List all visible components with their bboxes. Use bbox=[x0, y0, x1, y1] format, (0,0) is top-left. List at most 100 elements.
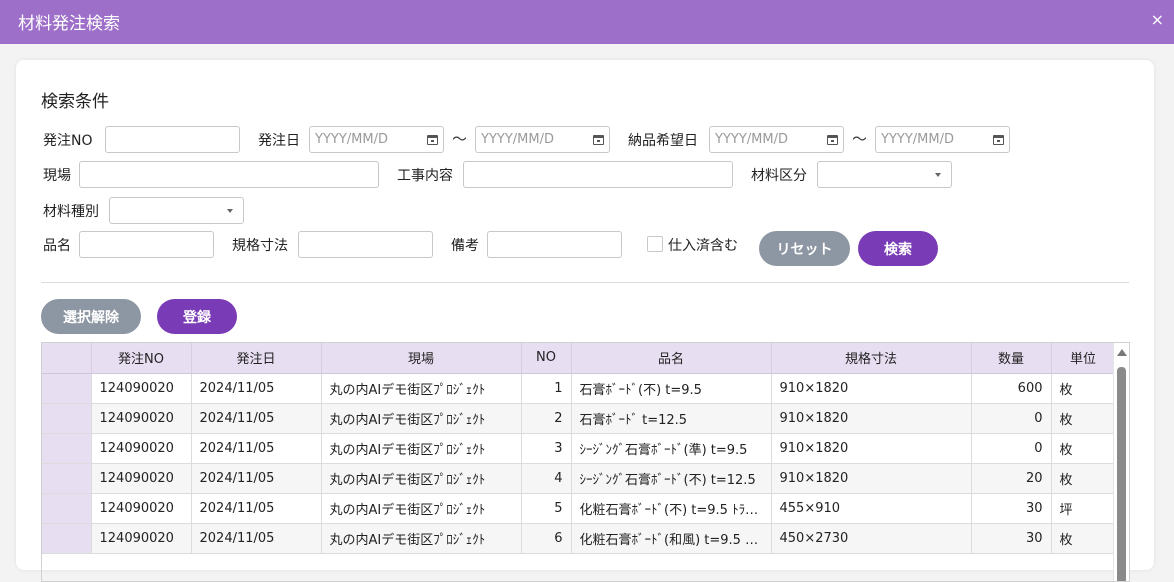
cell-order-date: 2024/11/05 bbox=[191, 403, 322, 434]
work-label: 工事内容 bbox=[397, 168, 453, 184]
cell-order-no: 124090020 bbox=[91, 493, 192, 524]
material-type-select[interactable] bbox=[109, 197, 244, 224]
order-no-label: 発注NO bbox=[43, 133, 93, 149]
delivery-date-from[interactable]: YYYY/MM/D bbox=[709, 126, 844, 153]
cell-unit: 枚 bbox=[1051, 523, 1116, 554]
scroll-thumb[interactable] bbox=[1117, 367, 1126, 581]
header-no[interactable]: NO bbox=[521, 343, 572, 374]
row-select-cell[interactable] bbox=[42, 523, 92, 554]
header-spec[interactable]: 規格寸法 bbox=[771, 343, 972, 374]
cell-order-date: 2024/11/05 bbox=[191, 523, 322, 554]
header-site[interactable]: 現場 bbox=[321, 343, 522, 374]
close-icon[interactable]: × bbox=[1151, 12, 1164, 28]
cell-order-no: 124090020 bbox=[91, 403, 192, 434]
grid-scrollbar[interactable] bbox=[1113, 343, 1129, 581]
cell-qty: 0 bbox=[971, 403, 1052, 434]
table-row[interactable]: 124090020 2024/11/05 丸の内AIデモ街区ﾌﾟﾛｼﾞｪｸﾄ 6 化粧石… bbox=[42, 523, 1116, 554]
cell-order-date: 2024/11/05 bbox=[191, 463, 322, 494]
include-purchased-checkbox[interactable] bbox=[647, 236, 663, 252]
cell-no: 4 bbox=[521, 463, 572, 494]
cell-spec: 910×1820 bbox=[771, 433, 972, 464]
row-select-cell[interactable] bbox=[42, 373, 92, 404]
row-select-cell[interactable] bbox=[42, 433, 92, 464]
row-select-cell[interactable] bbox=[42, 403, 92, 434]
header-item-name[interactable]: 品名 bbox=[571, 343, 772, 374]
remarks-input[interactable] bbox=[487, 231, 622, 258]
order-date-from[interactable]: YYYY/MM/D bbox=[309, 126, 444, 153]
spec-label: 規格寸法 bbox=[232, 238, 288, 254]
order-no-input[interactable] bbox=[105, 126, 240, 153]
site-input[interactable] bbox=[79, 161, 379, 188]
cell-qty: 30 bbox=[971, 523, 1052, 554]
cell-qty: 600 bbox=[971, 373, 1052, 404]
results-grid: 発注NO 発注日 現場 NO 品名 規格寸法 数量 単位 124090020 20… bbox=[41, 342, 1130, 582]
cell-qty: 30 bbox=[971, 493, 1052, 524]
cell-item-name: 石膏ﾎﾞｰﾄﾞ(不) t=9.5 bbox=[571, 373, 772, 404]
cell-site: 丸の内AIデモ街区ﾌﾟﾛｼﾞｪｸﾄ bbox=[321, 403, 522, 434]
divider bbox=[41, 282, 1129, 283]
table-row[interactable]: 124090020 2024/11/05 丸の内AIデモ街区ﾌﾟﾛｼﾞｪｸﾄ 4 ｼｰｼ… bbox=[42, 463, 1116, 494]
section-title: 検索条件 bbox=[41, 92, 109, 112]
header-order-no[interactable]: 発注NO bbox=[91, 343, 192, 374]
dialog-titlebar: 材料発注検索 × bbox=[0, 0, 1174, 44]
cell-site: 丸の内AIデモ街区ﾌﾟﾛｼﾞｪｸﾄ bbox=[321, 523, 522, 554]
chevron-down-icon bbox=[935, 172, 941, 177]
cell-item-name: 化粧石膏ﾎﾞｰﾄﾞ(不) t=9.5 ﾄﾗ… bbox=[571, 493, 772, 524]
cell-unit: 枚 bbox=[1051, 463, 1116, 494]
cell-unit: 枚 bbox=[1051, 403, 1116, 434]
table-row[interactable]: 124090020 2024/11/05 丸の内AIデモ街区ﾌﾟﾛｼﾞｪｸﾄ 5 化粧石… bbox=[42, 493, 1116, 524]
calendar-icon[interactable] bbox=[427, 134, 438, 145]
table-header-row: 発注NO 発注日 現場 NO 品名 規格寸法 数量 単位 bbox=[42, 343, 1116, 374]
material-class-label: 材料区分 bbox=[751, 168, 807, 184]
table-row[interactable]: 124090020 2024/11/05 丸の内AIデモ街区ﾌﾟﾛｼﾞｪｸﾄ 2 石膏ﾎ… bbox=[42, 403, 1116, 434]
cell-order-no: 124090020 bbox=[91, 433, 192, 464]
table-row[interactable]: 124090020 2024/11/05 丸の内AIデモ街区ﾌﾟﾛｼﾞｪｸﾄ 3 ｼｰｼ… bbox=[42, 433, 1116, 464]
table-row[interactable]: 124090020 2024/11/05 丸の内AIデモ街区ﾌﾟﾛｼﾞｪｸﾄ 1 石膏ﾎ… bbox=[42, 373, 1116, 404]
cell-no: 3 bbox=[521, 433, 572, 464]
header-unit[interactable]: 単位 bbox=[1051, 343, 1116, 374]
cell-order-no: 124090020 bbox=[91, 463, 192, 494]
row-select-cell[interactable] bbox=[42, 493, 92, 524]
cell-unit: 枚 bbox=[1051, 433, 1116, 464]
scroll-up-icon[interactable] bbox=[1117, 349, 1127, 356]
cell-item-name: ｼｰｼﾞﾝｸﾞ石膏ﾎﾞｰﾄﾞ(不) t=12.5 bbox=[571, 463, 772, 494]
item-name-label: 品名 bbox=[43, 238, 71, 254]
spec-input[interactable] bbox=[298, 231, 433, 258]
cell-site: 丸の内AIデモ街区ﾌﾟﾛｼﾞｪｸﾄ bbox=[321, 433, 522, 464]
register-button[interactable]: 登録 bbox=[157, 299, 237, 334]
row-select-cell[interactable] bbox=[42, 463, 92, 494]
cell-site: 丸の内AIデモ街区ﾌﾟﾛｼﾞｪｸﾄ bbox=[321, 463, 522, 494]
calendar-icon[interactable] bbox=[993, 134, 1004, 145]
calendar-icon[interactable] bbox=[593, 134, 604, 145]
cell-spec: 455×910 bbox=[771, 493, 972, 524]
order-date-to[interactable]: YYYY/MM/D bbox=[475, 126, 610, 153]
item-name-input[interactable] bbox=[79, 231, 214, 258]
header-order-date[interactable]: 発注日 bbox=[191, 343, 322, 374]
range-tilde: ～ bbox=[852, 130, 868, 148]
site-label: 現場 bbox=[43, 168, 71, 184]
date-placeholder: YYYY/MM/D bbox=[315, 132, 388, 147]
calendar-icon[interactable] bbox=[827, 134, 838, 145]
cell-item-name: 石膏ﾎﾞｰﾄﾞ t=12.5 bbox=[571, 403, 772, 434]
header-qty[interactable]: 数量 bbox=[971, 343, 1052, 374]
date-placeholder: YYYY/MM/D bbox=[881, 132, 954, 147]
reset-button[interactable]: リセット bbox=[759, 231, 850, 266]
cell-order-date: 2024/11/05 bbox=[191, 493, 322, 524]
cell-site: 丸の内AIデモ街区ﾌﾟﾛｼﾞｪｸﾄ bbox=[321, 373, 522, 404]
cell-unit: 枚 bbox=[1051, 373, 1116, 404]
search-button[interactable]: 検索 bbox=[858, 231, 938, 266]
header-select[interactable] bbox=[42, 343, 92, 374]
cell-qty: 0 bbox=[971, 433, 1052, 464]
chevron-down-icon bbox=[227, 208, 233, 213]
cell-site: 丸の内AIデモ街区ﾌﾟﾛｼﾞｪｸﾄ bbox=[321, 493, 522, 524]
delivery-date-to[interactable]: YYYY/MM/D bbox=[875, 126, 1010, 153]
work-input[interactable] bbox=[463, 161, 733, 188]
cell-item-name: 化粧石膏ﾎﾞｰﾄﾞ(和風) t=9.5 … bbox=[571, 523, 772, 554]
cell-spec: 910×1820 bbox=[771, 463, 972, 494]
cell-order-no: 124090020 bbox=[91, 523, 192, 554]
material-class-select[interactable] bbox=[817, 161, 952, 188]
order-date-label: 発注日 bbox=[258, 133, 300, 149]
cell-no: 1 bbox=[521, 373, 572, 404]
deselect-button[interactable]: 選択解除 bbox=[41, 299, 141, 334]
dialog-title: 材料発注検索 bbox=[18, 14, 120, 34]
